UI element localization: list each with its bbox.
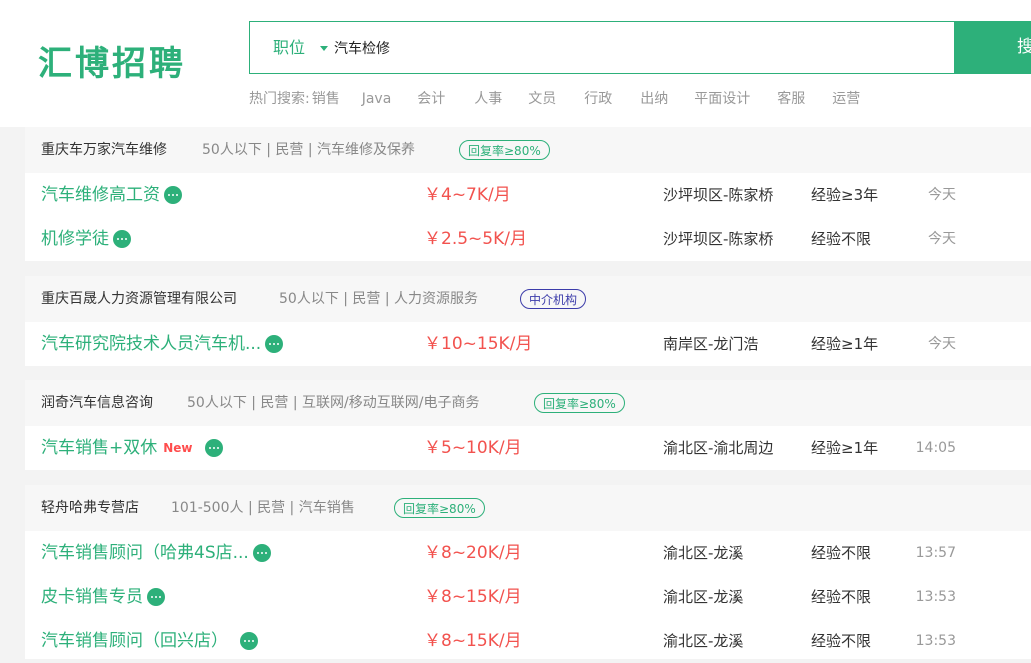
job-title: 汽车销售顾问（回兴店） — [41, 631, 228, 651]
job-location: 沙坪坝区-陈家桥 — [663, 230, 774, 248]
company-name[interactable]: 重庆车万家汽车维修 — [41, 127, 167, 173]
hot-searches: 热门搜索: 销售 Java 会计 人事 文员 行政 出纳 平面设计 客服 运营 — [249, 88, 860, 108]
job-post-time: 14:05 — [915, 440, 956, 456]
agency-badge: 中介机构 — [520, 289, 587, 309]
search-button[interactable]: 搜 — [955, 21, 1031, 74]
company-header: 轻舟哈弗专营店 101-500人 | 民营 | 汽车销售 回复率≥80% — [25, 485, 1031, 531]
search-type-select[interactable]: 职位 — [273, 22, 305, 73]
company-name[interactable]: 润奇汽车信息咨询 — [41, 380, 153, 426]
company-meta: 50人以下 | 民营 | 人力资源服务 — [279, 291, 479, 307]
chat-bubble-icon[interactable] — [204, 439, 223, 457]
job-title-link[interactable]: 汽车销售+双休 New — [41, 426, 223, 470]
job-row[interactable]: 汽车销售顾问（哈弗4S店... ￥8~20K/月 渝北区-龙溪 经验不限 13:… — [25, 531, 1031, 575]
chat-bubble-icon[interactable] — [265, 335, 284, 353]
job-post-time: 13:57 — [915, 545, 956, 561]
job-experience: 经验≥1年 — [811, 335, 879, 353]
job-experience: 经验不限 — [811, 230, 872, 248]
company-header: 重庆百晟人力资源管理有限公司 50人以下 | 民营 | 人力资源服务 中介机构 — [25, 276, 1031, 322]
hot-searches-label: 热门搜索: — [249, 91, 310, 107]
chat-bubble-icon[interactable] — [147, 588, 165, 606]
job-salary: ￥8~15K/月 — [424, 631, 522, 651]
company-meta: 50人以下 | 民营 | 互联网/移动互联网/电子商务 — [187, 395, 480, 411]
job-title: 汽车研究院技术人员汽车机... — [41, 334, 262, 354]
new-tag: New — [163, 441, 193, 455]
hot-search-link[interactable]: 客服 — [777, 88, 805, 108]
job-salary: ￥4~7K/月 — [424, 185, 511, 205]
job-row[interactable]: 汽车维修高工资 ￥4~7K/月 沙坪坝区-陈家桥 经验≥3年 今天 — [25, 173, 1031, 217]
job-experience: 经验不限 — [811, 632, 872, 650]
company-block: 重庆百晟人力资源管理有限公司 50人以下 | 民营 | 人力资源服务 中介机构 … — [25, 276, 1031, 366]
job-title: 汽车销售顾问（哈弗4S店... — [41, 543, 249, 563]
chat-bubble-icon[interactable] — [252, 544, 271, 562]
search-input[interactable] — [334, 22, 934, 73]
company-block: 润奇汽车信息咨询 50人以下 | 民营 | 互联网/移动互联网/电子商务 回复率… — [25, 380, 1031, 470]
reply-rate-badge: 回复率≥80% — [534, 393, 625, 413]
hot-search-link[interactable]: 会计 — [417, 88, 445, 108]
job-experience: 经验不限 — [811, 544, 872, 562]
job-salary: ￥8~20K/月 — [424, 543, 522, 563]
job-title-link[interactable]: 汽车销售顾问（哈弗4S店... — [41, 531, 271, 575]
company-name[interactable]: 重庆百晟人力资源管理有限公司 — [41, 276, 237, 322]
company-header: 重庆车万家汽车维修 50人以下 | 民营 | 汽车维修及保养 回复率≥80% — [25, 127, 1031, 173]
job-experience: 经验≥3年 — [811, 186, 879, 204]
job-row[interactable]: 机修学徒 ￥2.5~5K/月 沙坪坝区-陈家桥 经验不限 今天 — [25, 217, 1031, 261]
company-meta: 101-500人 | 民营 | 汽车销售 — [171, 500, 355, 516]
company-name[interactable]: 轻舟哈弗专营店 — [41, 485, 139, 531]
job-row[interactable]: 皮卡销售专员 ￥8~15K/月 渝北区-龙溪 经验不限 13:53 — [25, 575, 1031, 619]
chat-bubble-icon[interactable] — [164, 186, 182, 204]
job-row[interactable]: 汽车销售+双休 New ￥5~10K/月 渝北区-渝北周边 经验≥1年 14:05 — [25, 426, 1031, 470]
job-post-time: 今天 — [928, 231, 956, 247]
company-block: 重庆车万家汽车维修 50人以下 | 民营 | 汽车维修及保养 回复率≥80% 汽… — [25, 127, 1031, 261]
job-location: 渝北区-龙溪 — [663, 632, 744, 650]
search-type-label: 职位 — [273, 38, 306, 57]
hot-search-link[interactable]: 出纳 — [640, 88, 668, 108]
job-location: 渝北区-龙溪 — [663, 544, 744, 562]
job-experience: 经验不限 — [811, 588, 872, 606]
chat-bubble-icon[interactable] — [113, 230, 131, 248]
hot-search-link[interactable]: 行政 — [584, 88, 612, 108]
chat-bubble-icon[interactable] — [240, 632, 258, 650]
hot-search-link[interactable]: 文员 — [528, 88, 556, 108]
logo[interactable]: 汇博招聘 — [38, 36, 186, 85]
header: 汇博招聘 职位 搜 热门搜索:销售 Java 会计 人事 文员 行政 出纳 平面设计 客服 运营 — [0, 0, 1031, 127]
company-header: 润奇汽车信息咨询 50人以下 | 民营 | 互联网/移动互联网/电子商务 回复率… — [25, 380, 1031, 426]
job-title: 汽车维修高工资 — [41, 185, 160, 205]
hot-search-link[interactable]: 销售 — [312, 88, 340, 108]
job-salary: ￥2.5~5K/月 — [424, 229, 527, 249]
reply-rate-badge: 回复率≥80% — [394, 498, 485, 518]
job-salary: ￥5~10K/月 — [424, 438, 522, 458]
job-experience: 经验≥1年 — [811, 439, 879, 457]
job-title-link[interactable]: 汽车维修高工资 — [41, 173, 182, 217]
job-post-time: 13:53 — [915, 589, 956, 605]
company-block: 轻舟哈弗专营店 101-500人 | 民营 | 汽车销售 回复率≥80% 汽车销… — [25, 485, 1031, 659]
hot-search-link[interactable]: 平面设计 — [694, 88, 750, 108]
job-location: 南岸区-龙门浩 — [663, 335, 759, 353]
job-title-link[interactable]: 汽车研究院技术人员汽车机... — [41, 322, 284, 366]
job-salary: ￥10~15K/月 — [424, 334, 533, 354]
job-row[interactable]: 汽车研究院技术人员汽车机... ￥10~15K/月 南岸区-龙门浩 经验≥1年 … — [25, 322, 1031, 366]
company-meta: 50人以下 | 民营 | 汽车维修及保养 — [202, 142, 416, 158]
job-post-time: 今天 — [928, 336, 956, 352]
job-location: 渝北区-渝北周边 — [663, 439, 774, 457]
job-post-time: 今天 — [928, 187, 956, 203]
search-box: 职位 — [249, 21, 955, 74]
hot-search-link[interactable]: Java — [362, 91, 392, 107]
job-title: 机修学徒 — [41, 229, 109, 249]
job-salary: ￥8~15K/月 — [424, 587, 522, 607]
job-title-link[interactable]: 机修学徒 — [41, 217, 131, 261]
job-title: 皮卡销售专员 — [41, 587, 143, 607]
job-post-time: 13:53 — [915, 633, 956, 649]
caret-down-icon[interactable] — [320, 46, 328, 51]
job-location: 沙坪坝区-陈家桥 — [663, 186, 774, 204]
job-title: 汽车销售+双休 — [41, 438, 158, 458]
job-title-link[interactable]: 皮卡销售专员 — [41, 575, 165, 619]
hot-search-link[interactable]: 运营 — [832, 88, 860, 108]
reply-rate-badge: 回复率≥80% — [459, 140, 550, 160]
job-title-link[interactable]: 汽车销售顾问（回兴店） — [41, 619, 258, 663]
job-row[interactable]: 汽车销售顾问（回兴店） ￥8~15K/月 渝北区-龙溪 经验不限 13:53 — [25, 619, 1031, 663]
hot-search-link[interactable]: 人事 — [474, 88, 502, 108]
job-location: 渝北区-龙溪 — [663, 588, 744, 606]
